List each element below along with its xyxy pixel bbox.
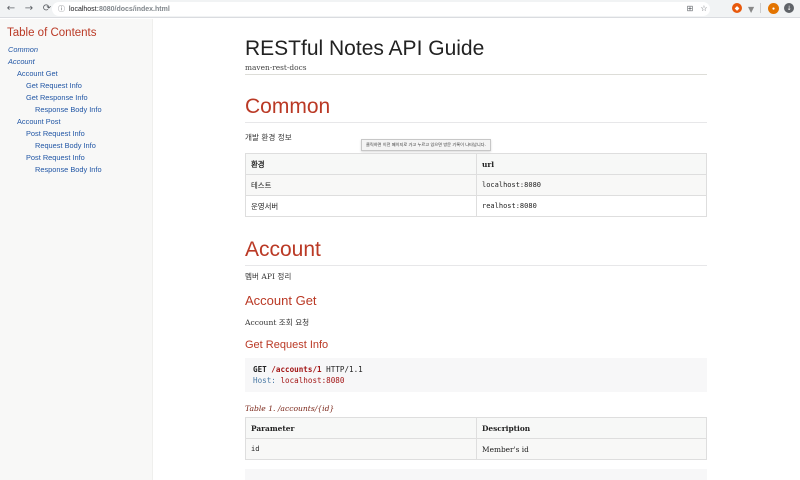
http-path: /accounts/1	[271, 365, 322, 374]
toc-sidebar: Table of Contents Common Account Account…	[0, 19, 153, 480]
section-divider	[245, 265, 707, 266]
doc-content: RESTful Notes API Guide maven-rest-docs …	[245, 19, 707, 480]
forward-icon[interactable]: →	[22, 2, 36, 16]
bookmark-star-icon[interactable]: ☆	[698, 4, 710, 13]
toc-item-account-post[interactable]: Account Post	[7, 116, 152, 128]
table-cell: id	[245, 438, 477, 460]
table-cell: 운영서버	[245, 195, 477, 217]
url-path: :8080/docs/index.html	[96, 5, 170, 13]
toc-item-post-request-info[interactable]: Post Request Info	[7, 128, 152, 140]
http-method: GET	[253, 365, 267, 374]
page-subtitle: maven-rest-docs	[245, 63, 307, 72]
extension-triangle-icon[interactable]: ▼	[748, 3, 754, 15]
back-button-tooltip: 클릭하면 이전 페이지로 가고 누르고 있으면 방문 기록이 나타납니다.	[361, 139, 491, 151]
profile-avatar-icon[interactable]: ●	[768, 3, 779, 14]
toolbar-divider	[760, 3, 761, 13]
toc-item-response-body-info-2[interactable]: Response Body Info	[7, 164, 152, 176]
table-header-cell: url	[476, 153, 707, 175]
table-header-row: 환경 url	[245, 153, 707, 175]
section-divider	[245, 122, 707, 123]
translate-icon[interactable]: ⊞	[684, 4, 696, 13]
toc-item-account-get[interactable]: Account Get	[7, 68, 152, 80]
table-header-row: Parameter Description	[245, 417, 707, 439]
section-heading-account: Account	[245, 238, 321, 261]
toc-item-common[interactable]: Common	[7, 44, 152, 56]
table-caption: Table 1. /accounts/{id}	[245, 404, 335, 413]
table-header-cell: Description	[476, 417, 707, 439]
request-header-line: Host: localhost:8080	[253, 375, 699, 386]
subsection-heading-get-request-info: Get Request Info	[245, 339, 329, 351]
site-info-icon[interactable]: ⓘ	[58, 4, 65, 14]
toc-item-response-body-info[interactable]: Response Body Info	[7, 104, 152, 116]
toc-item-post-request-info-2[interactable]: Post Request Info	[7, 152, 152, 164]
table-cell: realhost:8080	[476, 195, 707, 217]
back-icon[interactable]: ←	[4, 2, 18, 16]
table-cell: Member's id	[476, 438, 707, 460]
table-row: 운영서버 realhost:8080	[245, 195, 707, 217]
table-cell: 테스트	[245, 174, 477, 196]
toc-item-account[interactable]: Account	[7, 56, 152, 68]
next-listing-block	[245, 469, 707, 480]
table-row: 테스트 localhost:8080	[245, 174, 707, 196]
brave-shield-icon[interactable]: ◆	[732, 3, 742, 13]
browser-toolbar: ← → ⟳ ⓘ localhost:8080/docs/index.html ⊞…	[0, 0, 800, 18]
http-header-name: Host:	[253, 376, 276, 385]
table-cell: localhost:8080	[476, 174, 707, 196]
param-table: Parameter Description id Member's id	[245, 417, 707, 460]
page-title: RESTful Notes API Guide	[245, 37, 485, 60]
request-line: GET /accounts/1 HTTP/1.1	[253, 364, 699, 375]
http-request-listing: GET /accounts/1 HTTP/1.1 Host: localhost…	[245, 358, 707, 392]
account-get-intro: Account 조회 요청	[245, 318, 310, 327]
toc-item-get-request-info[interactable]: Get Request Info	[7, 80, 152, 92]
section-heading-common: Common	[245, 95, 331, 118]
toc-item-get-response-info[interactable]: Get Response Info	[7, 92, 152, 104]
common-intro: 개발 환경 정보	[245, 133, 292, 142]
address-bar[interactable]: ⓘ localhost:8080/docs/index.html ⊞ ☆	[52, 2, 710, 16]
http-header-value: localhost:8080	[280, 376, 345, 385]
env-table: 환경 url 테스트 localhost:8080 운영서버 realhost:…	[245, 153, 707, 217]
table-header-cell: Parameter	[245, 417, 477, 439]
url-host: localhost	[69, 5, 97, 13]
account-intro: 멤버 API 정리	[245, 272, 292, 281]
table-header-cell: 환경	[245, 153, 477, 175]
subsection-heading-account-get: Account Get	[245, 293, 317, 308]
header-divider	[245, 74, 707, 75]
table-row: id Member's id	[245, 438, 707, 460]
http-protocol: HTTP/1.1	[326, 365, 363, 374]
download-icon[interactable]: ↓	[784, 3, 794, 13]
toc-title: Table of Contents	[7, 27, 97, 39]
toc-item-request-body-info[interactable]: Request Body Info	[7, 140, 152, 152]
